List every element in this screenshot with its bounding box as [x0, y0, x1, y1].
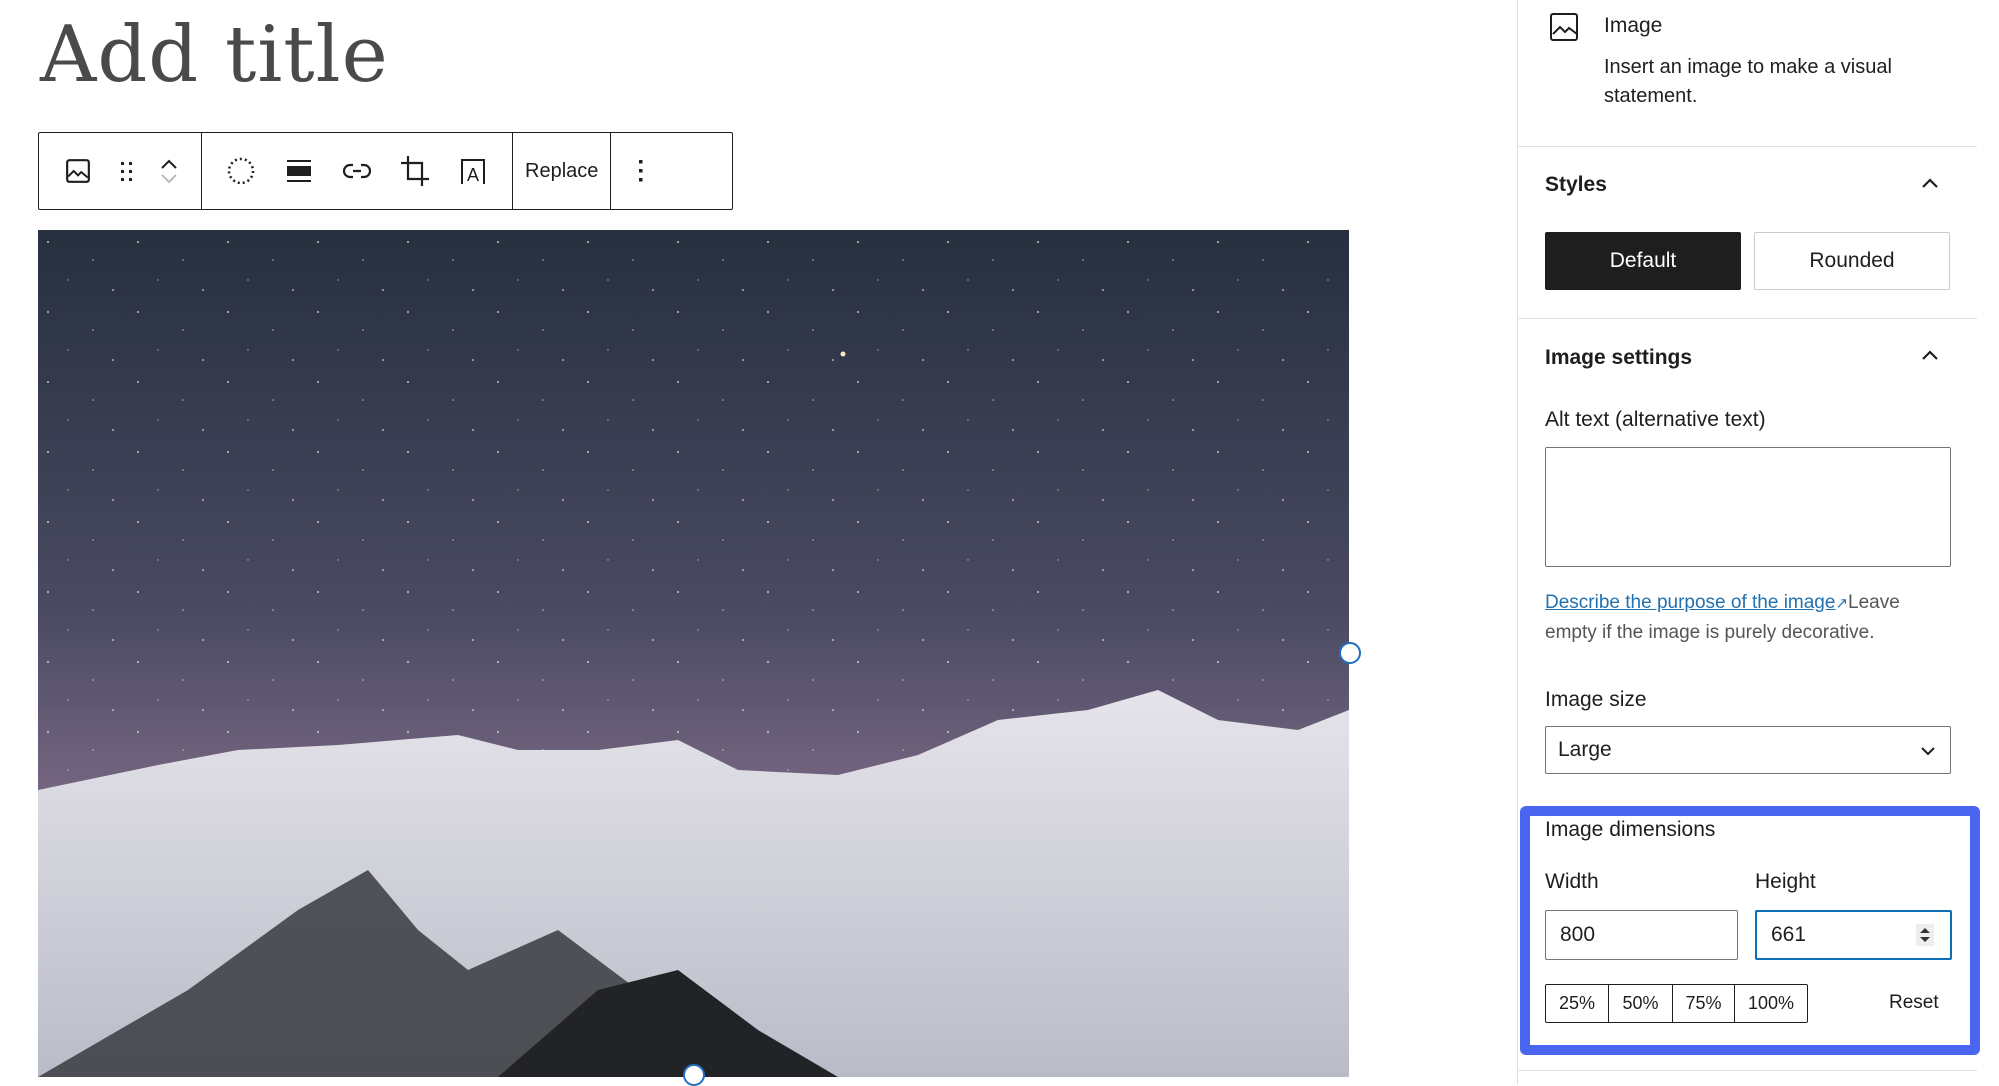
preset-50-button[interactable]: 50%: [1609, 985, 1673, 1022]
describe-purpose-link[interactable]: Describe the purpose of the image: [1545, 592, 1835, 613]
scale-presets: 25% 50% 75% 100%: [1545, 984, 1808, 1023]
preset-100-button[interactable]: 100%: [1735, 985, 1807, 1022]
image-icon[interactable]: [49, 142, 107, 200]
image-dimensions-heading: Image dimensions: [1545, 818, 1716, 841]
chevron-up-icon[interactable]: [1920, 176, 1940, 190]
post-title-input[interactable]: Add title: [40, 10, 389, 100]
move-buttons: [147, 142, 191, 200]
move-down-icon[interactable]: [159, 171, 179, 185]
alt-text-textarea[interactable]: [1545, 447, 1951, 567]
replace-button[interactable]: Replace: [513, 160, 610, 183]
height-label: Height: [1755, 870, 1816, 893]
image-block[interactable]: [38, 230, 1349, 1077]
external-link-icon: ↗: [1835, 595, 1849, 612]
align-icon[interactable]: [270, 142, 328, 200]
divider: [1517, 146, 1977, 147]
image-size-label: Image size: [1545, 688, 1647, 711]
styles-heading[interactable]: Styles: [1545, 173, 1607, 197]
text-overlay-icon[interactable]: A: [444, 142, 502, 200]
svg-text:A: A: [467, 165, 479, 185]
help-text: Leave: [1848, 592, 1900, 613]
spinner-icon[interactable]: [1916, 924, 1934, 946]
mountain-night-photo: [38, 230, 1349, 1077]
divider: [1517, 318, 1977, 319]
divider: [1517, 1070, 1977, 1071]
chevron-up-icon[interactable]: [1920, 348, 1940, 362]
image-size-select[interactable]: Large: [1545, 726, 1951, 774]
block-description: Insert an image to make a visual: [1604, 56, 1892, 78]
height-value: 661: [1771, 923, 1807, 946]
link-icon[interactable]: [328, 142, 386, 200]
alt-text-label: Alt text (alternative text): [1545, 408, 1766, 431]
height-input[interactable]: 661: [1755, 910, 1952, 960]
resize-handle-bottom[interactable]: [683, 1064, 705, 1086]
chevron-down-icon: [1921, 747, 1935, 756]
block-description-line2: statement.: [1604, 85, 1698, 107]
image-size-value: Large: [1558, 738, 1612, 761]
block-toolbar: A Replace: [38, 132, 733, 210]
block-name: Image: [1604, 14, 1663, 37]
crop-icon[interactable]: [386, 142, 444, 200]
preset-25-button[interactable]: 25%: [1546, 985, 1609, 1022]
image-settings-heading[interactable]: Image settings: [1545, 346, 1692, 370]
drag-handle-icon[interactable]: [107, 142, 147, 200]
image-block-icon: [1550, 13, 1578, 41]
width-label: Width: [1545, 870, 1599, 893]
reset-button[interactable]: Reset: [1889, 992, 1939, 1014]
move-up-icon[interactable]: [159, 157, 179, 171]
help-text-line2: empty if the image is purely decorative.: [1545, 622, 1875, 643]
preset-75-button[interactable]: 75%: [1673, 985, 1735, 1022]
width-input[interactable]: 800: [1545, 910, 1738, 960]
style-default-button[interactable]: Default: [1545, 232, 1741, 290]
style-rounded-button[interactable]: Rounded: [1754, 232, 1950, 290]
duotone-icon[interactable]: [212, 142, 270, 200]
resize-handle-right[interactable]: [1339, 642, 1361, 664]
more-options-icon[interactable]: [631, 142, 651, 200]
